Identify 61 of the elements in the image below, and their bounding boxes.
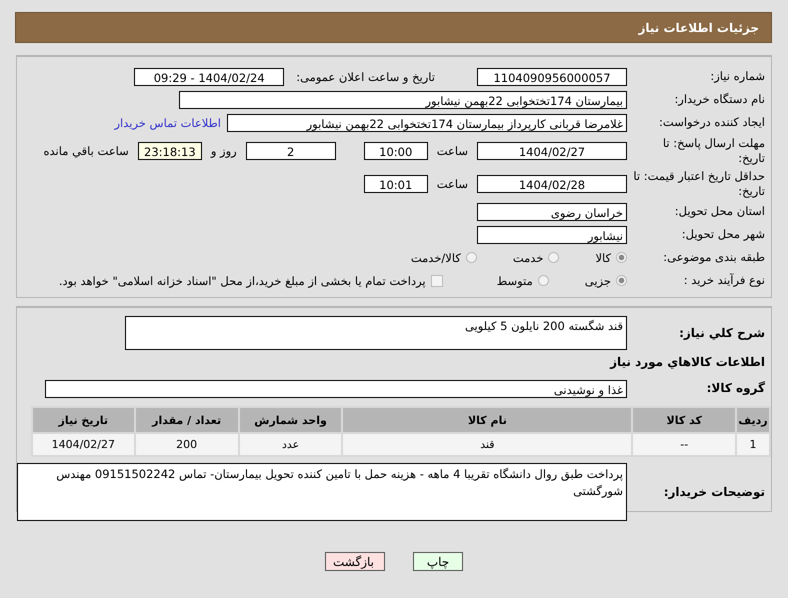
column-header: تاریخ نیاز xyxy=(33,408,134,432)
field-label: تاریخ و ساعت اعلان عمومی: xyxy=(295,70,436,84)
time-field[interactable]: 10:01 xyxy=(364,174,428,192)
table-cell: عدد xyxy=(240,434,342,455)
announce-date-field[interactable]: 1404/02/24 - 09:29 xyxy=(134,68,284,86)
radio-option[interactable]: کالا/خدمت xyxy=(410,250,477,264)
field-label: شماره نیاز: xyxy=(709,69,766,84)
time-field[interactable]: 10:00 xyxy=(364,142,428,160)
field-label: توضیحات خریدار: xyxy=(662,484,766,500)
radio-option[interactable]: خدمت xyxy=(512,250,560,264)
contact-link[interactable]: اطلاعات تماس خریدار xyxy=(114,116,221,130)
field-label: روز و xyxy=(209,144,238,158)
city-field[interactable]: نیشابور xyxy=(477,226,627,244)
radio-icon[interactable] xyxy=(616,275,627,286)
date-field[interactable]: 1404/02/27 xyxy=(477,142,627,160)
radio-icon[interactable] xyxy=(616,252,627,263)
table-cell: 200 xyxy=(136,434,238,455)
back-button[interactable]: بازگشت xyxy=(325,552,385,571)
column-header: ردیف xyxy=(737,408,769,432)
field-label: شهر محل تحویل: xyxy=(680,227,766,242)
radio-option[interactable]: جزیی xyxy=(584,274,627,288)
field-label: ساعت باقي مانده xyxy=(42,144,130,158)
radio-icon[interactable] xyxy=(548,252,560,263)
column-header: واحد شمارش xyxy=(240,408,342,432)
date-field[interactable]: 1404/02/28 xyxy=(477,174,627,192)
column-header: تعداد / مقدار xyxy=(136,408,238,432)
days-field[interactable]: 2 xyxy=(246,142,336,160)
field-label: نوع فرآیند خرید : xyxy=(682,273,766,288)
column-header: نام کالا xyxy=(343,408,632,432)
buyer-field[interactable]: بیمارستان 174تختخوابی 22بهمن نیشابور xyxy=(179,90,627,108)
section-heading: اطلاعات کالاهاي مورد نیاز xyxy=(610,354,766,370)
radio-option[interactable]: کالا xyxy=(595,250,627,264)
field-label: ساعت xyxy=(436,176,469,190)
column-header: کد کالا xyxy=(633,408,736,432)
field-label: شرح کلي نیاز: xyxy=(678,326,766,340)
need-number-field[interactable]: 1104090956000057 xyxy=(477,68,627,86)
table-cell: -- xyxy=(633,434,736,455)
radio-icon[interactable] xyxy=(538,275,549,286)
field-label: مهلت ارسال پاسخ: تا تاریخ: xyxy=(662,136,766,165)
notes-textarea[interactable]: پرداخت طبق روال دانشگاه تقریبا 4 ماهه - هزینه حمل با تامین کننده تحویل بیمارستان- تماس 09151502242 مهندس شورگشتی xyxy=(17,463,627,521)
description-textarea[interactable]: قند شگسته 200 نایلون 5 کیلویی xyxy=(125,316,627,350)
province-field[interactable]: خراسان رضوی xyxy=(477,202,627,220)
checkbox-option[interactable]: پرداخت تمام یا بخشی از مبلغ خرید،از محل "اسناد خزانه اسلامی" خواهد بود. xyxy=(58,274,443,288)
field-label: حداقل تاریخ اعتبار قیمت: تا تاریخ: xyxy=(633,169,766,198)
creator-field[interactable]: غلامرضا قربانی کارپرداز بیمارستان 174تختخوابی 22بهمن نیشابور xyxy=(227,114,627,132)
remaining-time-field: 23:18:13 xyxy=(138,142,202,160)
field-label: استان محل تحویل: xyxy=(674,204,766,219)
field-label: ایجاد کننده درخواست: xyxy=(658,115,766,130)
table-cell: 1404/02/27 xyxy=(33,434,134,455)
print-button[interactable]: چاپ xyxy=(413,552,463,571)
radio-option[interactable]: متوسط xyxy=(496,274,549,288)
radio-icon[interactable] xyxy=(466,252,477,263)
goods-group-field[interactable]: غذا و نوشیدنی xyxy=(45,380,627,398)
table-cell: 1 xyxy=(737,434,769,455)
checkbox[interactable] xyxy=(430,274,443,286)
field-label: ساعت xyxy=(436,144,469,158)
field-label: طبقه بندی موضوعی: xyxy=(662,250,766,265)
field-label: نام دستگاه خریدار: xyxy=(673,92,766,107)
page-title: جزئیات اطلاعات نیاز xyxy=(638,20,759,34)
field-label: گروه کالا: xyxy=(706,381,766,396)
table-cell: قند xyxy=(343,434,632,455)
